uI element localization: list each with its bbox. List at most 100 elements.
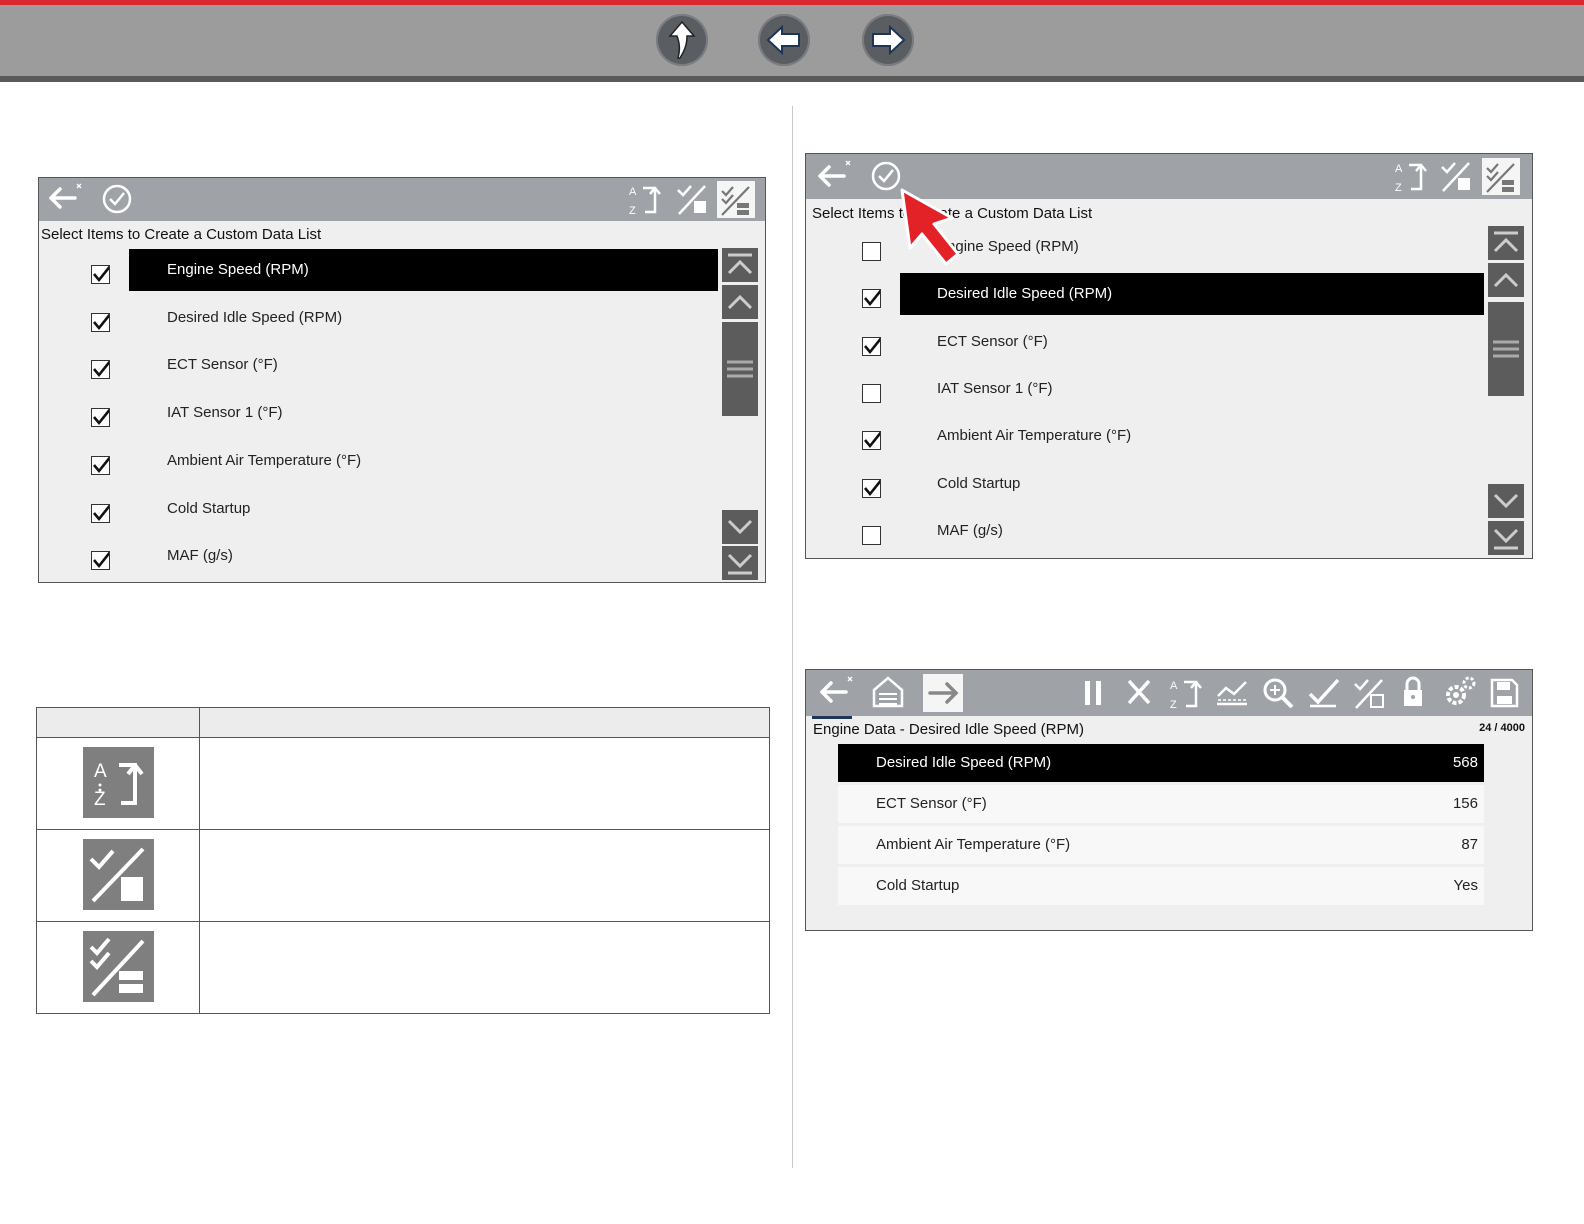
- save-icon[interactable]: [1486, 670, 1522, 716]
- scroll-top-button[interactable]: [1488, 226, 1524, 260]
- checkmark-icon: [93, 454, 113, 473]
- checkbox-checked[interactable]: [91, 264, 113, 284]
- right-arrow-icon: [928, 682, 959, 704]
- screen-caption: Select Items to Create a Custom Data Lis…: [41, 226, 322, 243]
- checkmark-icon: [864, 288, 884, 307]
- data-row-value: 568: [1452, 754, 1478, 771]
- sort-az-icon[interactable]: A Z: [1166, 670, 1206, 716]
- scroll-bottom-button[interactable]: [1488, 521, 1524, 555]
- data-row[interactable]: Ambient Air Temperature (°F) 87: [838, 826, 1484, 864]
- select-all-button[interactable]: [1482, 158, 1520, 195]
- svg-text:A: A: [94, 761, 107, 782]
- select-deselect-icon[interactable]: [1437, 154, 1477, 199]
- select-all-deselect-all-icon: [721, 186, 750, 216]
- select-deselect-icon[interactable]: [673, 178, 713, 221]
- description-column-header: [199, 707, 770, 738]
- lock-icon[interactable]: [1396, 670, 1430, 716]
- scrollbar[interactable]: [722, 248, 759, 580]
- checkbox-checked[interactable]: [862, 288, 884, 309]
- checkmark-icon: [93, 264, 113, 283]
- scroll-thumb[interactable]: [722, 322, 758, 416]
- list-item[interactable]: ECT Sensor (°F): [806, 321, 1486, 368]
- back-icon[interactable]: [45, 178, 85, 221]
- nav-bottom-stripe: [0, 76, 1584, 82]
- list-item[interactable]: ECT Sensor (°F): [39, 344, 719, 392]
- sort-az-icon[interactable]: A Z: [625, 178, 665, 221]
- forward-button[interactable]: [862, 14, 914, 66]
- list-item-label: Ambient Air Temperature (°F): [937, 427, 1132, 445]
- description-cell: [199, 921, 770, 1014]
- checkbox-unchecked[interactable]: [862, 383, 881, 403]
- list-item[interactable]: Desired Idle Speed (RPM): [39, 297, 719, 345]
- checkbox-checked[interactable]: [862, 477, 884, 498]
- svg-text:Z: Z: [629, 205, 636, 217]
- list-item[interactable]: Cold Startup: [806, 463, 1486, 510]
- up-arrow-button[interactable]: [656, 14, 708, 66]
- scroll-top-button[interactable]: [722, 248, 758, 282]
- table-row: A Z: [36, 737, 770, 830]
- list-item-label: Engine Speed (RPM): [167, 261, 309, 278]
- scroll-up-button[interactable]: [722, 285, 758, 319]
- data-row-value: Yes: [1453, 877, 1478, 894]
- checkbox-checked[interactable]: [862, 430, 884, 451]
- checkbox-checked[interactable]: [91, 407, 113, 428]
- select-deselect-icon[interactable]: [1350, 670, 1390, 716]
- list-item[interactable]: IAT Sensor 1 (°F): [39, 392, 719, 440]
- list-item[interactable]: Cold Startup: [39, 488, 719, 536]
- double-chevron-up-icon: [727, 253, 753, 275]
- icon-cell: [36, 829, 200, 922]
- list-item-label: ECT Sensor (°F): [167, 356, 278, 374]
- scroll-down-button[interactable]: [722, 510, 758, 544]
- check-circle-icon[interactable]: [99, 178, 135, 221]
- checkmark-icon: [864, 430, 884, 449]
- icon-cell: A Z: [36, 737, 200, 830]
- forward-button[interactable]: [923, 674, 963, 712]
- graph-icon[interactable]: [1212, 670, 1252, 716]
- back-icon[interactable]: [816, 670, 856, 716]
- data-row-label: ECT Sensor (°F): [876, 795, 987, 812]
- checkbox-checked[interactable]: [91, 502, 113, 523]
- data-row[interactable]: Desired Idle Speed (RPM) 568: [838, 744, 1484, 782]
- checkbox-checked[interactable]: [91, 454, 113, 475]
- scroll-bottom-button[interactable]: [722, 546, 758, 580]
- scroll-up-button[interactable]: [1488, 263, 1524, 297]
- checkbox-checked[interactable]: [91, 311, 113, 332]
- scrollbar[interactable]: [1488, 226, 1525, 556]
- svg-text:Z: Z: [1395, 182, 1402, 194]
- select-all-button[interactable]: [717, 181, 755, 218]
- zoom-icon[interactable]: [1258, 670, 1298, 716]
- checkbox-unchecked[interactable]: [862, 242, 881, 261]
- list-item[interactable]: Ambient Air Temperature (°F): [39, 440, 719, 488]
- list-item[interactable]: Ambient Air Temperature (°F): [806, 415, 1486, 462]
- double-chevron-up-icon: [1493, 231, 1519, 253]
- checkbox-checked[interactable]: [91, 550, 113, 571]
- svg-text:A: A: [629, 186, 637, 198]
- pointer-arrow-icon: [900, 188, 960, 266]
- list-item-label: Desired Idle Speed (RPM): [167, 308, 343, 326]
- checkbox-checked[interactable]: [862, 335, 884, 356]
- back-icon[interactable]: [814, 154, 854, 199]
- data-row[interactable]: ECT Sensor (°F) 156: [838, 785, 1484, 823]
- home-garage-icon[interactable]: [870, 670, 906, 716]
- list-item[interactable]: MAF (g/s): [39, 535, 719, 582]
- list-item-label: Cold Startup: [937, 474, 1021, 492]
- grip-icon: [727, 360, 753, 378]
- data-row[interactable]: Cold Startup Yes: [838, 867, 1484, 905]
- list-item[interactable]: MAF (g/s): [806, 510, 1486, 557]
- gear-icon[interactable]: [1440, 670, 1480, 716]
- checkbox-checked[interactable]: [91, 359, 113, 380]
- back-button[interactable]: [758, 14, 810, 66]
- list-item[interactable]: IAT Sensor 1 (°F): [806, 368, 1486, 415]
- chevron-down-icon: [1493, 493, 1519, 509]
- close-icon[interactable]: [1122, 670, 1156, 716]
- pause-icon[interactable]: [1076, 670, 1110, 716]
- list-item-label: IAT Sensor 1 (°F): [937, 379, 1053, 397]
- scroll-down-button[interactable]: [1488, 484, 1524, 518]
- list-item[interactable]: Engine Speed (RPM): [39, 249, 719, 297]
- sort-az-icon[interactable]: A Z: [1391, 154, 1431, 199]
- scroll-thumb[interactable]: [1488, 302, 1524, 396]
- list-item[interactable]: Desired Idle Speed (RPM): [806, 273, 1486, 320]
- checkbox-unchecked[interactable]: [862, 525, 881, 545]
- top-nav-bar: [0, 0, 1584, 82]
- checklist-icon[interactable]: [1304, 670, 1344, 716]
